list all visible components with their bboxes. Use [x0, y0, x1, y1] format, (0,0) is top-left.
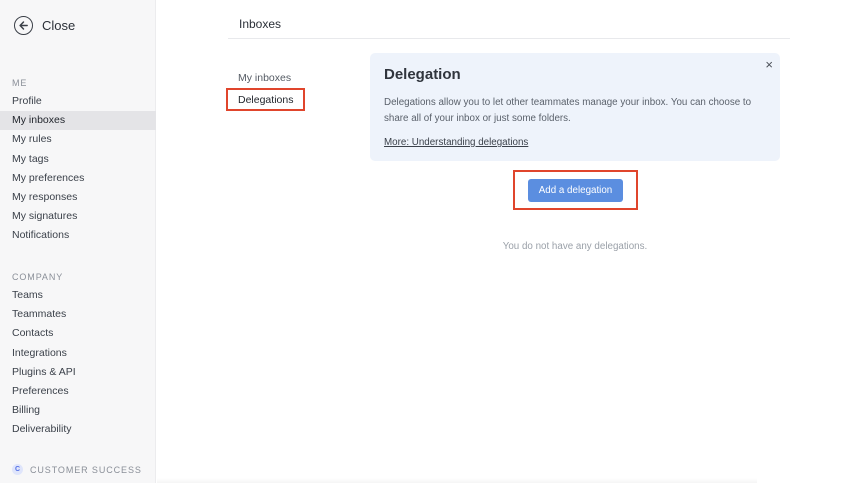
- delegation-info-card: Delegation Delegations allow you to let …: [370, 53, 780, 161]
- sidebar-item-preferences[interactable]: Preferences: [0, 382, 156, 401]
- sidebar-item-contacts[interactable]: Contacts: [0, 324, 156, 343]
- info-card-title: Delegation: [384, 66, 461, 83]
- sidebar-item-plugins-api[interactable]: Plugins & API: [0, 363, 156, 382]
- sidebar-item-my-signatures[interactable]: My signatures: [0, 207, 156, 226]
- me-nav: Profile My inboxes My rules My tags My p…: [0, 92, 156, 246]
- sidebar-item-profile[interactable]: Profile: [0, 92, 156, 111]
- customer-success-icon: C: [12, 464, 23, 475]
- sidebar-item-teams[interactable]: Teams: [0, 286, 156, 305]
- sidebar-item-teammates[interactable]: Teammates: [0, 305, 156, 324]
- sidebar-item-my-responses[interactable]: My responses: [0, 188, 156, 207]
- sidebar-item-my-inboxes[interactable]: My inboxes: [0, 111, 156, 131]
- close-icon[interactable]: ×: [765, 57, 773, 72]
- arrow-left-circle-icon: [14, 15, 33, 35]
- settings-sidebar: Close ME Profile My inboxes My rules My …: [0, 0, 156, 483]
- sidebar-item-my-preferences[interactable]: My preferences: [0, 169, 156, 188]
- sidebar-item-integrations[interactable]: Integrations: [0, 344, 156, 363]
- customer-success-label: CUSTOMER SUCCESS: [30, 464, 142, 475]
- title-divider: [228, 38, 790, 39]
- sidebar-item-my-rules[interactable]: My rules: [0, 130, 156, 149]
- close-label: Close: [42, 17, 76, 33]
- close-button[interactable]: Close: [14, 14, 75, 36]
- customer-success-section[interactable]: C CUSTOMER SUCCESS: [12, 464, 142, 475]
- me-section-label: ME: [12, 78, 28, 88]
- sidebar-item-deliverability[interactable]: Deliverability: [0, 420, 156, 439]
- subnav-my-inboxes[interactable]: My inboxes: [238, 72, 291, 84]
- sidebar-item-notifications[interactable]: Notifications: [0, 226, 156, 245]
- add-delegation-highlight-box: [513, 170, 638, 210]
- company-section-label: COMPANY: [12, 272, 64, 282]
- info-card-text: Delegations allow you to let other teamm…: [384, 97, 752, 124]
- sidebar-item-my-tags[interactable]: My tags: [0, 150, 156, 169]
- understanding-delegations-link[interactable]: More: Understanding delegations: [384, 137, 528, 148]
- empty-state-message: You do not have any delegations.: [502, 241, 648, 252]
- delegations-highlight-box: [226, 88, 305, 111]
- page-title: Inboxes: [239, 17, 282, 31]
- company-nav: Teams Teammates Contacts Integrations Pl…: [0, 286, 156, 440]
- bottom-edge-shadow: [157, 478, 757, 483]
- sidebar-item-billing[interactable]: Billing: [0, 401, 156, 420]
